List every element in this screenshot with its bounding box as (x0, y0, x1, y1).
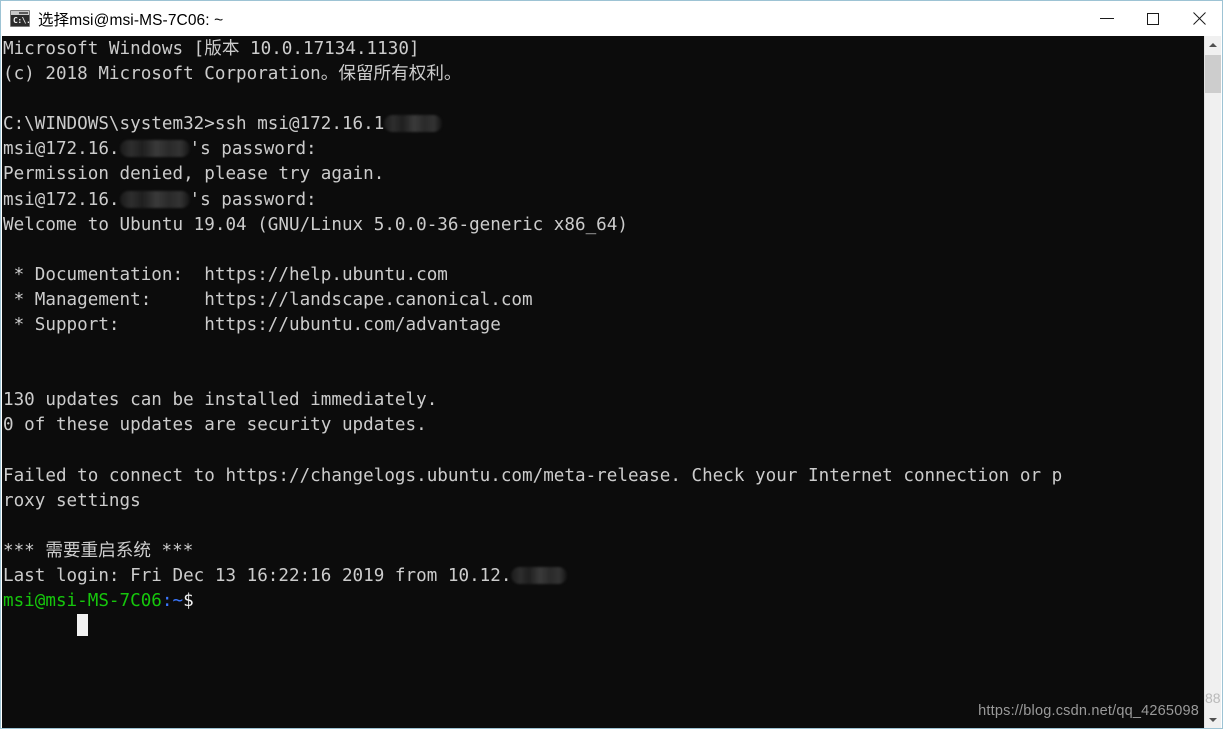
terminal-text-run: Failed to connect to https://changelogs.… (3, 465, 1063, 486)
maximize-button[interactable] (1130, 1, 1176, 36)
terminal-line: * Support: https://ubuntu.com/advantage (3, 313, 1205, 338)
terminal-line: *** 需要重启系统 *** (3, 539, 1205, 564)
terminal-text-run: roxy settings (3, 490, 141, 511)
minimize-icon (1100, 18, 1114, 19)
console-window: C:\. 选择msi@msi-MS-7C06: ~ Microsoft Wind… (0, 0, 1223, 729)
terminal-text-run: Welcome to Ubuntu 19.04 (GNU/Linux 5.0.0… (3, 214, 628, 235)
redacted-ip-segment (384, 115, 443, 133)
terminal-text-run: *** 需要重启系统 *** (3, 540, 194, 561)
terminal-line: Welcome to Ubuntu 19.04 (GNU/Linux 5.0.0… (3, 213, 1205, 238)
titlebar[interactable]: C:\. 选择msi@msi-MS-7C06: ~ (1, 1, 1222, 36)
terminal-line: 0 of these updates are security updates. (3, 413, 1205, 438)
terminal-text-run (3, 616, 77, 636)
terminal-line: msi@172.16. 's password: (3, 188, 1205, 213)
redacted-ip-segment (511, 566, 568, 584)
terminal-text-run: 0 of these updates are security updates. (3, 415, 427, 436)
terminal-line: Permission denied, please try again. (3, 162, 1205, 187)
terminal-text-run: Last login: Fri Dec 13 16:22:16 2019 fro… (3, 565, 512, 586)
terminal-text-run: : (161, 591, 173, 612)
terminal-line: (c) 2018 Microsoft Corporation。保留所有权利。 (3, 62, 1205, 87)
terminal-text-run: ~ (172, 591, 184, 612)
chevron-down-icon (1209, 717, 1217, 722)
terminal-text-run: 130 updates can be installed immediately… (3, 390, 438, 411)
terminal-line: msi@msi-MS-7C06:~$ (3, 589, 1205, 614)
terminal-text: Microsoft Windows [版本 10.0.17134.1130] (c… (3, 37, 1205, 639)
terminal-text-run: msi@172.16. (3, 139, 120, 160)
console-icon: C:\. (10, 10, 30, 27)
terminal-text-run: msi@msi-MS-7C06 (3, 591, 162, 612)
close-icon (1192, 12, 1206, 25)
terminal-line: msi@172.16. 's password: (3, 137, 1205, 162)
scroll-up-button[interactable] (1205, 36, 1221, 53)
terminal-text-run: * Documentation: https://help.ubuntu.com (3, 264, 448, 285)
window-controls (1084, 1, 1222, 36)
terminal-line: * Management: https://landscape.canonica… (3, 288, 1205, 313)
terminal-line: 130 updates can be installed immediately… (3, 388, 1205, 413)
terminal-text-run: * Management: https://landscape.canonica… (3, 289, 533, 310)
window-title: 选择msi@msi-MS-7C06: ~ (38, 11, 224, 29)
terminal-line: roxy settings (3, 489, 1205, 514)
terminal-line: Failed to connect to https://changelogs.… (3, 464, 1205, 489)
terminal-cursor (77, 614, 89, 637)
terminal-text-run: $ (183, 591, 194, 612)
vertical-scrollbar[interactable]: 88 (1204, 36, 1221, 728)
terminal-line: * Documentation: https://help.ubuntu.com (3, 263, 1205, 288)
terminal-line: C:\WINDOWS\system32>ssh msi@172.16.1 (3, 112, 1205, 137)
terminal-output-area[interactable]: Microsoft Windows [版本 10.0.17134.1130] (c… (2, 36, 1205, 728)
terminal-text-run: * Support: https://ubuntu.com/advantage (3, 315, 501, 336)
terminal-line: Last login: Fri Dec 13 16:22:16 2019 fro… (3, 564, 1205, 589)
terminal-text-run: (c) 2018 Microsoft Corporation。保留所有权利。 (3, 64, 462, 85)
terminal-text-run: 's password: (189, 139, 317, 160)
console-icon-buttons (19, 12, 28, 14)
console-icon-text: C:\. (13, 16, 30, 25)
minimize-button[interactable] (1084, 1, 1130, 36)
redacted-ip-segment (119, 140, 190, 158)
terminal-line: Microsoft Windows [版本 10.0.17134.1130] (3, 37, 1205, 62)
terminal-line (3, 614, 1205, 639)
maximize-icon (1147, 12, 1159, 25)
terminal-text-run: Permission denied, please try again. (3, 164, 385, 185)
close-button[interactable] (1176, 1, 1222, 36)
redacted-ip-segment (119, 190, 190, 208)
watermark-tail: 88 (1205, 690, 1221, 706)
chevron-up-icon (1209, 42, 1217, 47)
terminal-text-run: Microsoft Windows [版本 10.0.17134.1130] (3, 39, 420, 59)
terminal-text-run: 's password: (189, 189, 317, 210)
terminal-text-run: msi@172.16. (3, 189, 120, 210)
watermark-url: https://blog.csdn.net/qq_4265098 (978, 703, 1199, 719)
scroll-down-button[interactable] (1205, 711, 1221, 728)
scrollbar-thumb[interactable] (1205, 55, 1221, 93)
terminal-text-run: C:\WINDOWS\system32>ssh msi@172.16.1 (3, 114, 385, 135)
